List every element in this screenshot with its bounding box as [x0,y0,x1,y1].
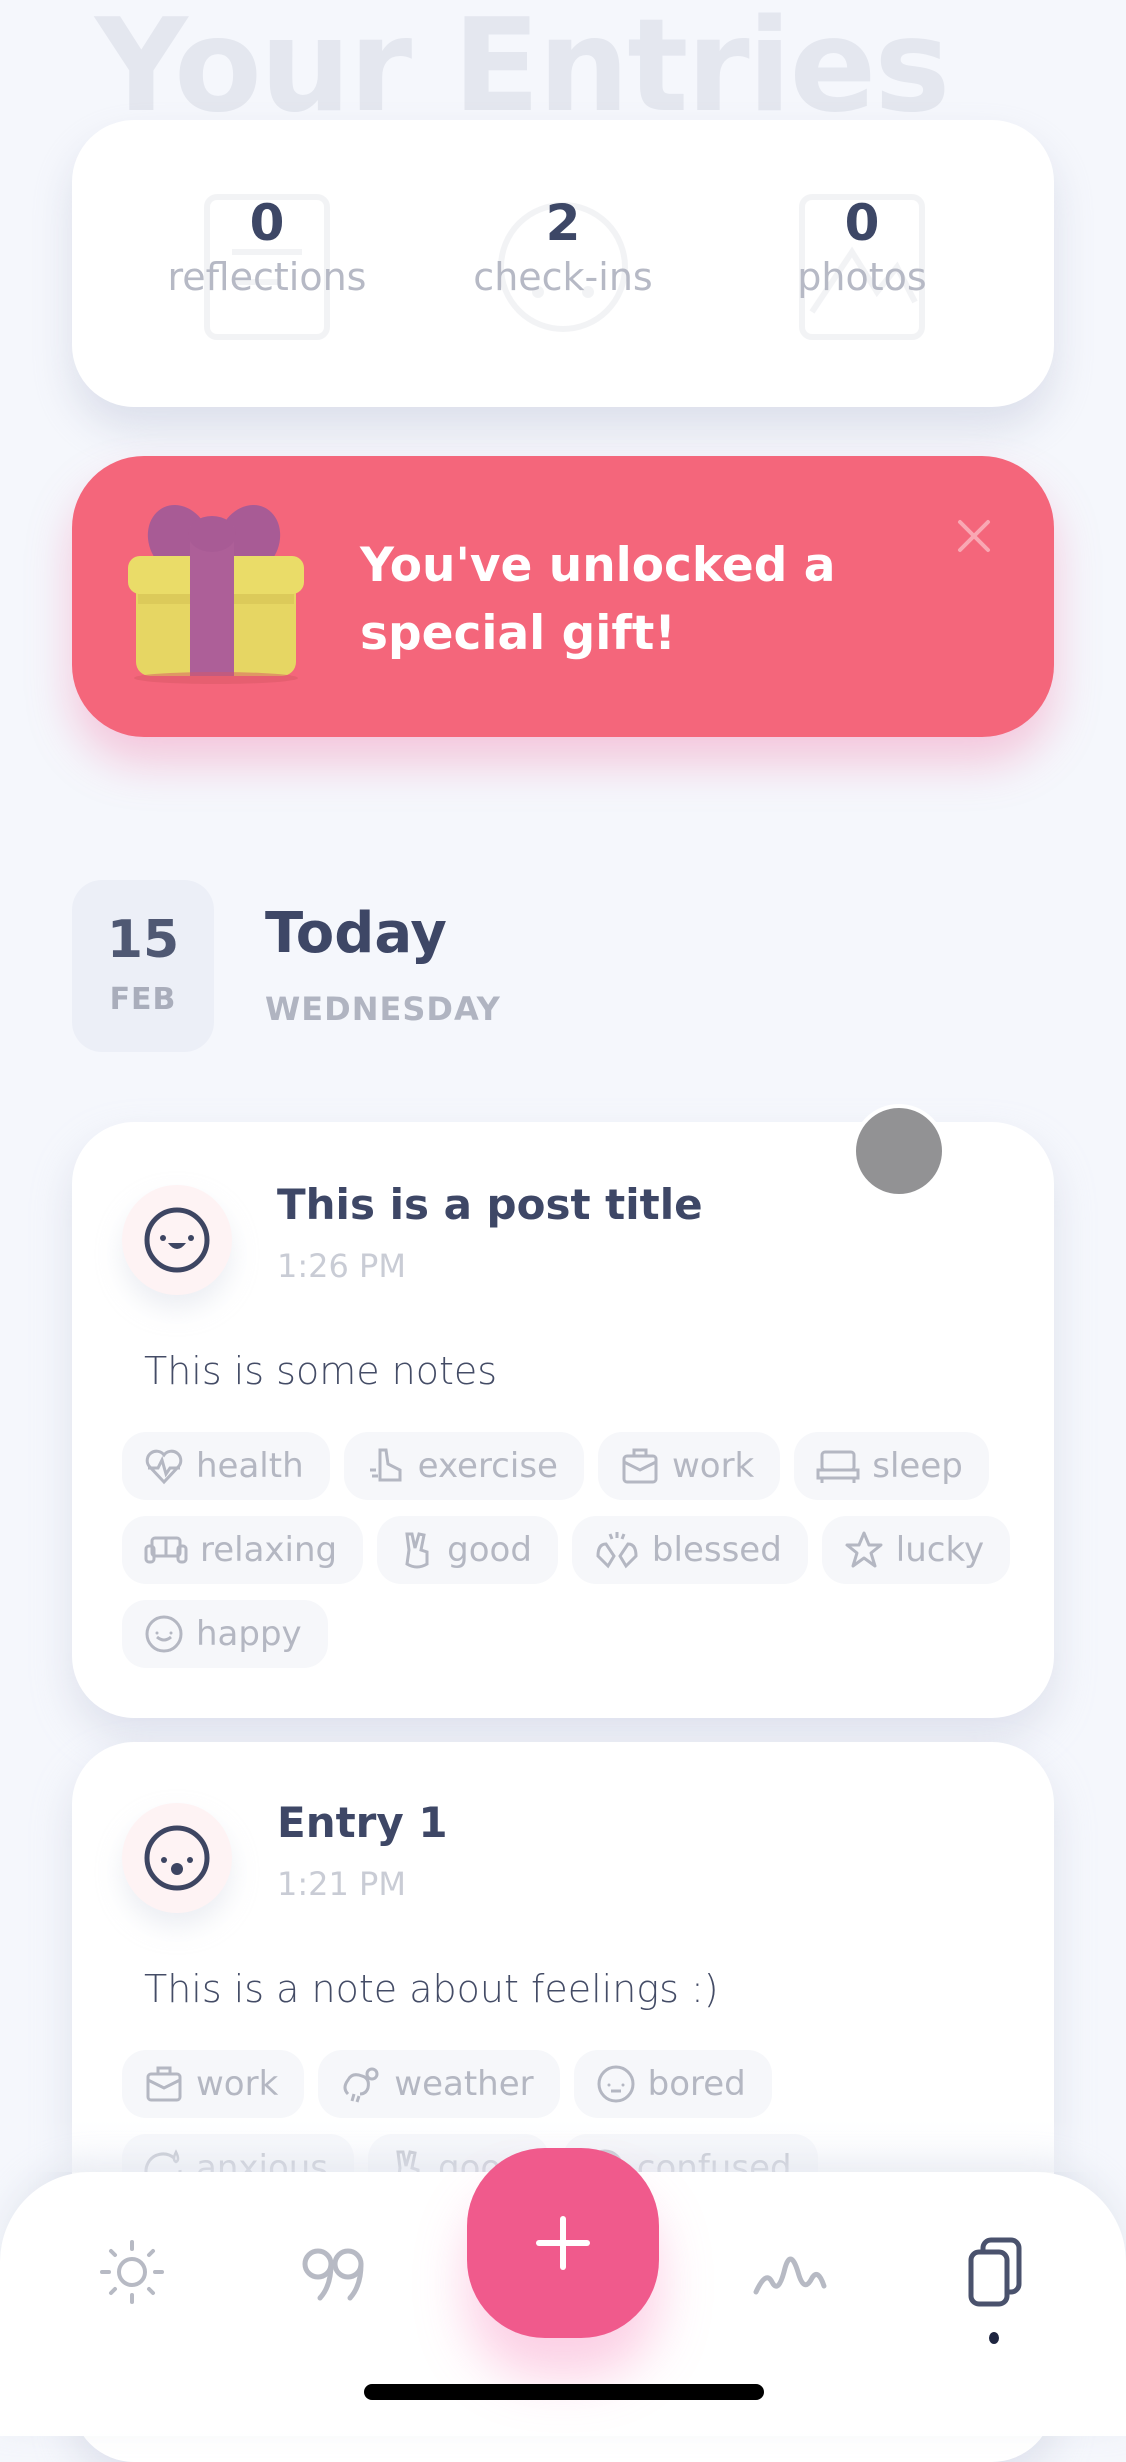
stat-label: reflections [167,255,367,299]
bored-face-icon [597,2065,635,2103]
stat-value: 0 [844,194,880,252]
surprised-face-icon [144,1825,210,1891]
heart-pulse-icon [145,1449,183,1485]
tag-label: work [196,2064,279,2104]
tag[interactable]: health [122,1432,330,1500]
tag[interactable]: blessed [571,1516,808,1584]
date-month: FEB [109,982,177,1017]
tag-label: good [447,1530,532,1570]
tag[interactable]: lucky [821,1516,1011,1584]
tag[interactable]: work [597,1432,781,1500]
date-badge: 15 FEB [72,880,214,1052]
tag[interactable]: work [122,2050,305,2118]
bed-icon [816,1450,860,1483]
tag[interactable]: relaxing [122,1516,364,1584]
tag-label: exercise [417,1446,558,1486]
stat-value: 0 [249,194,285,252]
nav-quotes[interactable] [295,2232,375,2312]
tag[interactable]: bored [573,2050,772,2118]
gift-message-line-2: special gift! [360,606,676,661]
tag-label: work [671,1446,755,1486]
stat-reflections[interactable]: 0 reflections [147,194,387,340]
star-icon [845,1531,883,1568]
wave-chart-icon [753,2256,827,2295]
home-indicator[interactable] [364,2384,764,2400]
gift-message: You've unlocked a special gift! [360,532,836,668]
laughing-face-icon [144,1207,210,1273]
tag-label: weather [394,2064,534,2104]
tag-label: lucky [895,1530,985,1570]
stat-value: 2 [545,194,581,252]
tag[interactable]: good [377,1516,558,1584]
plus-icon [536,2216,590,2270]
tag-label: sleep [872,1446,963,1486]
date-weekday: WEDNESDAY [265,990,501,1028]
nav-insights[interactable] [750,2232,830,2312]
stat-label: photos [797,255,927,299]
add-entry-button[interactable] [467,2148,659,2338]
active-indicator [989,2332,999,2344]
tag-label: blessed [651,1530,782,1570]
mood-badge [122,1803,232,1913]
gift-message-line-1: You've unlocked a [360,538,836,593]
entry-notes: This is a note about feelings :) [144,1967,719,2011]
entry-card[interactable]: This is a post title 1:26 PM This is som… [72,1122,1054,1718]
date-title: Today [265,901,447,966]
tag-label: health [196,1446,304,1486]
entry-notes: This is some notes [144,1349,498,1393]
briefcase-icon [146,2066,182,2102]
running-shoe-icon [369,1448,402,1482]
touch-indicator [852,1104,946,1198]
close-icon[interactable] [954,516,994,556]
gift-banner[interactable]: You've unlocked a special gift! [72,456,1054,737]
entry-title: Entry 1 [277,1798,448,1847]
praying-hands-icon [596,1532,638,1569]
tag[interactable]: happy [122,1600,328,1668]
tag[interactable]: exercise [343,1432,584,1500]
tag-list: health exercise work sleep relaxing good… [122,1432,1014,1668]
smile-icon [145,1615,183,1653]
entry-title: This is a post title [277,1180,703,1229]
entry-time: 1:26 PM [277,1247,406,1285]
tag-label: happy [196,1614,302,1654]
nav-entries[interactable] [955,2232,1035,2312]
stat-photos[interactable]: 0 photos [742,194,982,340]
stats-card: 0 reflections 2 check-ins 0 photos [72,120,1054,407]
peace-hand-icon [405,1532,429,1569]
stat-check-ins[interactable]: 2 check-ins [443,194,683,332]
sun-icon [100,2240,164,2304]
tag-label: bored [647,2064,746,2104]
cards-icon [968,2237,1022,2307]
nav-today[interactable] [92,2232,172,2312]
briefcase-icon [622,1448,658,1484]
cloud-sun-rain-icon [343,2067,379,2103]
quote-icon [302,2248,364,2301]
entry-time: 1:21 PM [277,1865,406,1903]
date-day: 15 [106,910,180,970]
sofa-icon [144,1536,188,1564]
tag[interactable]: sleep [794,1432,989,1500]
mood-badge [122,1185,232,1295]
tag-label: relaxing [200,1530,338,1570]
gift-icon [128,504,304,684]
stat-label: check-ins [473,255,653,299]
tag[interactable]: weather [318,2050,560,2118]
